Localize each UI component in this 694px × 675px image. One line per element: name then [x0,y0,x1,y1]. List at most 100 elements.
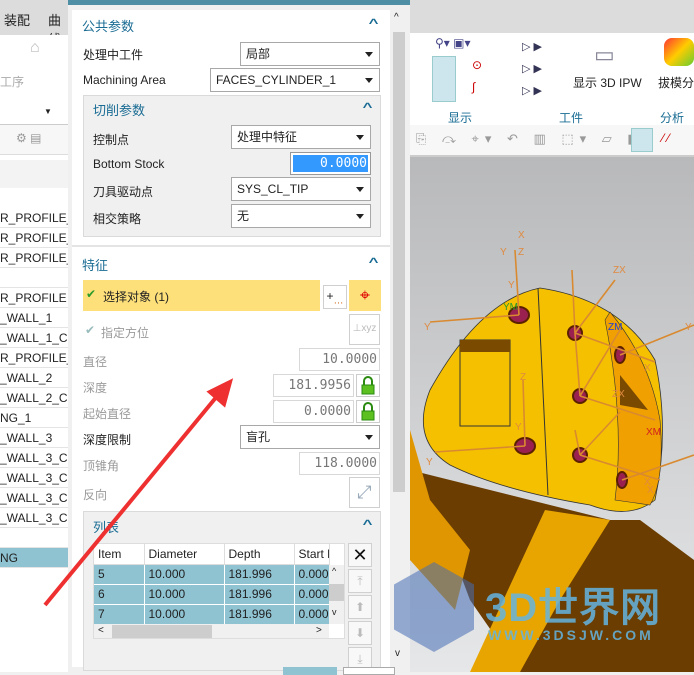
display-icon[interactable]: ⚲▾ ▣▾ [435,36,471,50]
move-down-button[interactable]: ⬇ [348,621,372,645]
intersect-strategy-dropdown[interactable]: 无 [231,204,371,228]
column-header[interactable]: Depth [224,544,295,565]
scroll-thumb[interactable] [112,625,212,638]
ribbon-icon[interactable]: ⌂ [30,39,40,57]
cut-params-header[interactable]: 切削参数 [93,100,145,119]
intersect-strategy-label: 相交策略 [93,212,142,226]
depth-limit-dropdown[interactable]: 盲孔 [240,425,380,449]
common-params-header[interactable]: 公共参数 [82,16,134,35]
workpiece-icons[interactable]: ▷ ▶ ▷ ▶ ▷ ▶ [522,36,542,102]
add-new-set-button[interactable]: +… [323,285,347,309]
navigator-row[interactable] [0,268,68,288]
tip-angle-input[interactable]: 118.0000 [299,452,380,475]
table-hscrollbar[interactable]: < > [94,624,329,638]
cancel-button[interactable] [343,667,395,675]
column-header[interactable]: Item [94,544,145,565]
section-view-toggle[interactable] [432,56,456,102]
reverse-direction-button[interactable]: ⤢ [349,477,380,508]
selection-tools[interactable]: ⎘ ⤼ ⌖▾ ↶ ▥ ⬚▾ ▱ ◧ [416,131,646,147]
table-vscrollbar[interactable]: ^ v [329,565,344,624]
navigator-row[interactable] [0,528,68,548]
start-diameter-input[interactable]: 0.0000 [273,400,354,423]
bottom-stock-input[interactable]: 0.0000 [290,152,371,175]
graphics-viewport[interactable]: X Z Y Y Y ZX YM ZM X X Z Y Y ZX XM Y X 3D世界网 WWW.3DSJW.C… [394,157,694,672]
column-header[interactable]: Diameter [144,544,225,565]
select-object-row[interactable]: ✔ 选择对象 (1) [83,280,320,311]
ribbon-right: ⚲▾ ▣▾ ⊙ ∫ 显示 ▷ ▶ ▷ ▶ ▷ ▶ ▭ 显示 3D IPW 工件 拔模… [410,0,694,125]
navigator-row[interactable]: R_PROFILE [0,288,68,308]
scroll-right-icon[interactable]: > [316,625,322,636]
navigator-row[interactable]: R_PROFILE_1 [0,228,68,248]
depth-lock-button[interactable] [356,374,380,397]
navigator-row[interactable]: _WALL_1_CO [0,328,68,348]
diameter-input[interactable]: 10.0000 [299,348,380,371]
draft-analysis-button[interactable]: 拔模分析 [658,74,694,91]
table-row[interactable]: 6 10.000 181.996 0.000 [94,584,330,605]
scroll-thumb[interactable] [393,32,405,492]
menu-assembly[interactable]: 装配 [4,10,30,29]
move-bottom-icon: ⤓ [357,652,363,666]
ok-button[interactable] [283,667,337,675]
collapse-icon[interactable]: ^ [363,100,373,114]
collapse-icon[interactable]: ^ [369,255,379,269]
tool-drive-point-label: 刀具驱动点 [93,185,154,199]
axis-label: Y [685,322,692,333]
table-row[interactable]: 5 10.000 181.996 0.000 [94,564,330,585]
scroll-thumb[interactable] [329,584,344,601]
table-row[interactable]: 7 10.000 181.996 0.000 [94,604,330,625]
list-header[interactable]: 列表 [93,517,119,536]
navigator-row[interactable]: R_PROFILE_C [0,348,68,368]
column-header[interactable]: Start Di [294,544,330,565]
draft-analysis-icon [664,38,694,66]
workpiece-value: 局部 [246,47,271,61]
control-point-label: 控制点 [93,133,130,147]
line-icon[interactable]: ⁄ ⁄ [662,131,669,145]
axis-label: ZX [612,389,625,400]
navigator-row[interactable]: NG_1 [0,408,68,428]
move-up-button[interactable]: ⬆ [348,595,372,619]
delete-button[interactable]: ✕ [348,543,372,567]
navigator-row[interactable]: _WALL_3_CO [0,468,68,488]
scroll-down-icon[interactable]: v [332,607,337,617]
navigator-row[interactable]: _WALL_3_CO [0,448,68,468]
reverse-label: 反向 [83,488,108,502]
depth-input[interactable]: 181.9956 [273,374,354,397]
table-cell: 10.000 [144,604,225,625]
navigator-row[interactable]: R_PROFILE_1 [0,208,68,228]
navigator-row[interactable]: _WALL_2_CO [0,388,68,408]
start-diameter-lock-button[interactable] [356,400,380,423]
scroll-left-icon[interactable]: < [98,625,104,636]
collapse-icon[interactable]: ^ [363,517,373,531]
navigator-row[interactable]: NG [0,548,68,568]
orientation-button[interactable]: ⊥xyz [349,314,380,345]
tool-drive-point-dropdown[interactable]: SYS_CL_TIP [231,177,371,201]
dialog-scrollbar[interactable]: ^ v [390,10,408,662]
point-dialog-button[interactable]: ⌖ [349,280,381,311]
axis-label: X [647,485,654,496]
navigator-row[interactable]: _WALL_3_CO [0,488,68,508]
chevron-down-icon[interactable]: ▼ [44,107,52,116]
scroll-up-icon[interactable]: ^ [394,12,399,23]
tool-icon[interactable]: ⚙ ▤ [16,131,41,145]
circle-point-icon[interactable]: ⊙ [472,58,482,72]
scroll-down-icon[interactable]: v [395,648,400,659]
navigator-row[interactable]: _WALL_3_CO [0,508,68,528]
select-object-label: 选择对象 (1) [103,290,170,304]
control-point-dropdown[interactable]: 处理中特征 [231,125,371,149]
workpiece-dropdown[interactable]: 局部 [240,42,380,66]
scroll-up-icon[interactable]: ^ [332,566,336,576]
navigator-row[interactable]: _WALL_3 [0,428,68,448]
move-top-button[interactable]: ⤒ [348,569,372,593]
navigator-row[interactable]: _WALL_2 [0,368,68,388]
snap-toggle[interactable] [631,128,653,152]
navigator-row[interactable]: _WALL_1 [0,308,68,328]
show-3d-ipw-button[interactable]: 显示 3D IPW [573,74,642,91]
navigator-row[interactable]: R_PROFILE_1 [0,248,68,268]
operation-label[interactable]: 工序 [0,73,24,90]
collapse-icon[interactable]: ^ [369,16,379,30]
navigator-header [0,160,68,188]
feature-header[interactable]: 特征 [82,255,108,274]
machining-area-dropdown[interactable]: FACES_CYLINDER_1 [210,68,380,92]
curve-icon[interactable]: ∫ [472,80,475,94]
cut-params-group: 切削参数 ^ 控制点 处理中特征 Bottom Stock 0.0000 刀具驱… [83,95,381,237]
